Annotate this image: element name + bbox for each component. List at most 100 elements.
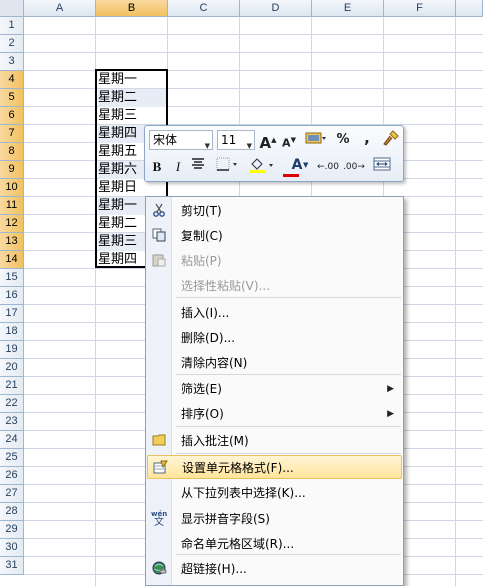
row-header-2[interactable]: 2 bbox=[0, 35, 24, 53]
menu-item-label: 插入(I)... bbox=[181, 306, 230, 320]
menu-item-label: 选择性粘贴(V)... bbox=[181, 279, 271, 293]
menu-item-label: 粘贴(P) bbox=[181, 254, 222, 268]
menu-item-label: 命名单元格区域(R)... bbox=[181, 537, 295, 551]
increase-decimal-button[interactable]: ←.00 bbox=[317, 157, 339, 177]
accounting-format-button[interactable] bbox=[303, 130, 329, 150]
scissors-icon bbox=[151, 203, 167, 219]
borders-icon bbox=[216, 157, 237, 171]
menu-item-14[interactable]: 超链接(H)... bbox=[147, 557, 402, 581]
row-header-10[interactable]: 10 bbox=[0, 179, 24, 197]
row-header-15[interactable]: 15 bbox=[0, 269, 24, 287]
row-header-12[interactable]: 12 bbox=[0, 215, 24, 233]
row-header-9[interactable]: 9 bbox=[0, 161, 24, 179]
hyperlink-icon bbox=[151, 561, 167, 577]
row-header-22[interactable]: 22 bbox=[0, 395, 24, 413]
column-header-g[interactable] bbox=[456, 0, 483, 17]
menu-item-label: 设置单元格格式(F)... bbox=[182, 461, 294, 475]
row-header-21[interactable]: 21 bbox=[0, 377, 24, 395]
menu-item-4[interactable]: 插入(I)... bbox=[147, 301, 402, 325]
menu-item-13[interactable]: 命名单元格区域(R)... bbox=[147, 532, 402, 556]
row-header-4[interactable]: 4 bbox=[0, 71, 24, 89]
row-header-3[interactable]: 3 bbox=[0, 53, 24, 71]
row-header-6[interactable]: 6 bbox=[0, 107, 24, 125]
comment-icon bbox=[151, 433, 167, 449]
column-header-c[interactable]: C bbox=[168, 0, 240, 17]
bold-button[interactable]: B bbox=[149, 157, 165, 177]
column-header-e[interactable]: E bbox=[312, 0, 384, 17]
menu-item-8[interactable]: 排序(O) ▶ bbox=[147, 402, 402, 426]
row-gridline bbox=[24, 52, 483, 53]
column-header-b[interactable]: B bbox=[96, 0, 168, 17]
menu-item-label: 复制(C) bbox=[181, 229, 223, 243]
menu-item-label: 删除(D)... bbox=[181, 331, 236, 345]
column-header-a[interactable]: A bbox=[24, 0, 96, 17]
row-gridline bbox=[24, 106, 483, 107]
font-color-bar bbox=[283, 174, 299, 177]
grow-font-button[interactable]: A▲ bbox=[259, 130, 277, 152]
menu-item-0[interactable]: 剪切(T) bbox=[147, 199, 402, 223]
menu-item-label: 插入批注(M) bbox=[181, 434, 249, 448]
row-header-11[interactable]: 11 bbox=[0, 197, 24, 215]
comma-style-button[interactable]: , bbox=[361, 128, 373, 148]
row-header-5[interactable]: 5 bbox=[0, 89, 24, 107]
row-header-1[interactable]: 1 bbox=[0, 17, 24, 35]
center-align-button[interactable] bbox=[189, 157, 207, 177]
row-header-20[interactable]: 20 bbox=[0, 359, 24, 377]
row-header-28[interactable]: 28 bbox=[0, 503, 24, 521]
menu-item-6[interactable]: 清除内容(N) bbox=[147, 351, 402, 375]
row-header-7[interactable]: 7 bbox=[0, 125, 24, 143]
shrink-font-button[interactable]: A▼ bbox=[281, 130, 297, 150]
percent-style-button[interactable]: % bbox=[335, 130, 351, 150]
row-header-14[interactable]: 14 bbox=[0, 251, 24, 269]
menu-separator bbox=[176, 453, 401, 454]
menu-item-9[interactable]: 插入批注(M) bbox=[147, 429, 402, 453]
chevron-down-icon: ▼ bbox=[303, 161, 309, 169]
column-header-d[interactable]: D bbox=[240, 0, 312, 17]
menu-item-1[interactable]: 复制(C) bbox=[147, 224, 402, 248]
row-header-13[interactable]: 13 bbox=[0, 233, 24, 251]
menu-item-label: 从下拉列表中选择(K)... bbox=[181, 486, 306, 500]
row-header-8[interactable]: 8 bbox=[0, 143, 24, 161]
copy-icon bbox=[151, 228, 167, 244]
menu-item-label: 清除内容(N) bbox=[181, 356, 248, 370]
row-header-30[interactable]: 30 bbox=[0, 539, 24, 557]
row-header-19[interactable]: 19 bbox=[0, 341, 24, 359]
font-size-box[interactable]: 11 ▼ bbox=[217, 130, 255, 150]
fill-color-button[interactable] bbox=[247, 157, 277, 177]
font-color-button[interactable]: A ▼ bbox=[283, 155, 311, 177]
row-header-26[interactable]: 26 bbox=[0, 467, 24, 485]
column-header-f[interactable]: F bbox=[384, 0, 456, 17]
menu-item-7[interactable]: 筛选(E) ▶ bbox=[147, 377, 402, 401]
menu-item-11[interactable]: 从下拉列表中选择(K)... bbox=[147, 481, 402, 505]
menu-item-label: 显示拼音字段(S) bbox=[181, 512, 270, 526]
italic-button[interactable]: I bbox=[171, 157, 185, 177]
menu-item-label: 超链接(H)... bbox=[181, 562, 247, 576]
row-header-25[interactable]: 25 bbox=[0, 449, 24, 467]
format-painter-icon bbox=[383, 130, 399, 146]
row-header-24[interactable]: 24 bbox=[0, 431, 24, 449]
menu-item-12[interactable]: wén 文显示拼音字段(S) bbox=[147, 507, 402, 531]
menu-item-3[interactable]: 选择性粘贴(V)... bbox=[147, 274, 402, 298]
row-gridline bbox=[24, 70, 483, 71]
row-header-23[interactable]: 23 bbox=[0, 413, 24, 431]
phonetic-icon: wén 文 bbox=[151, 510, 168, 528]
menu-item-5[interactable]: 删除(D)... bbox=[147, 326, 402, 350]
row-header-18[interactable]: 18 bbox=[0, 323, 24, 341]
chevron-down-icon: ▼ bbox=[246, 142, 252, 150]
select-all-corner[interactable] bbox=[0, 0, 24, 17]
row-header-27[interactable]: 27 bbox=[0, 485, 24, 503]
format-painter-button[interactable] bbox=[381, 130, 401, 150]
menu-item-10[interactable]: 设置单元格格式(F)... bbox=[147, 455, 402, 479]
menu-item-label: 排序(O) bbox=[181, 407, 224, 421]
merge-center-button[interactable] bbox=[371, 157, 393, 177]
row-header-16[interactable]: 16 bbox=[0, 287, 24, 305]
borders-button[interactable] bbox=[215, 157, 241, 177]
row-header-29[interactable]: 29 bbox=[0, 521, 24, 539]
decrease-decimal-button[interactable]: .00→ bbox=[343, 157, 365, 177]
menu-item-2[interactable]: 粘贴(P) bbox=[147, 249, 402, 273]
row-header-31[interactable]: 31 bbox=[0, 557, 24, 575]
font-name-box[interactable]: 宋体 ▼ bbox=[149, 130, 213, 150]
row-header-17[interactable]: 17 bbox=[0, 305, 24, 323]
row-gridline bbox=[24, 34, 483, 35]
submenu-arrow-icon: ▶ bbox=[387, 384, 394, 394]
